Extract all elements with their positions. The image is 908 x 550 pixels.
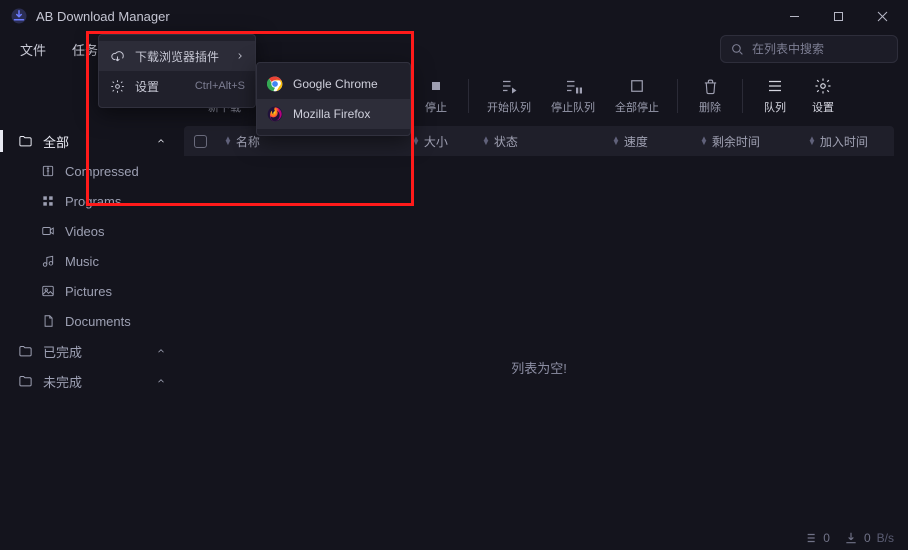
- sort-icon: ▲▼: [412, 137, 420, 145]
- minimize-button[interactable]: [772, 0, 816, 32]
- sidebar-item-pictures[interactable]: Pictures: [28, 276, 178, 306]
- sidebar-item-label: 已完成: [43, 342, 82, 361]
- col-checkbox[interactable]: [184, 126, 216, 156]
- gear-icon: [109, 78, 125, 94]
- close-button[interactable]: [860, 0, 904, 32]
- col-added[interactable]: ▲▼加入时间: [800, 126, 894, 156]
- toolbar-separator: [677, 79, 678, 113]
- search-box[interactable]: [720, 35, 898, 63]
- submenu-item-label: Google Chrome: [293, 77, 378, 91]
- folder-icon: [18, 374, 33, 389]
- sidebar-item-label: Videos: [65, 224, 105, 239]
- sidebar-item-label: Music: [65, 254, 99, 269]
- content-area: ▲▼名称 ▲▼大小 ▲▼状态 ▲▼速度 ▲▼剩余时间 ▲▼加入时间 列表为空!: [184, 126, 908, 550]
- sidebar-item-programs[interactable]: Programs: [28, 186, 178, 216]
- music-icon: [40, 254, 55, 269]
- grid-icon: [40, 194, 55, 209]
- sidebar-item-label: Documents: [65, 314, 131, 329]
- stop-all-icon: [628, 77, 646, 95]
- sidebar-item-label: Compressed: [65, 164, 139, 179]
- sidebar-item-label: 全部: [43, 132, 69, 151]
- col-eta[interactable]: ▲▼剩余时间: [692, 126, 800, 156]
- sort-icon: ▲▼: [224, 137, 232, 145]
- folder-icon: [18, 344, 33, 359]
- search-input[interactable]: [752, 42, 887, 56]
- tb-stop[interactable]: 停止: [414, 73, 458, 119]
- submenu-item-firefox[interactable]: Mozilla Firefox: [257, 99, 410, 129]
- submenu-item-label: Mozilla Firefox: [293, 107, 370, 121]
- maximize-button[interactable]: [816, 0, 860, 32]
- sidebar-item-finished[interactable]: 已完成: [6, 336, 178, 366]
- col-size[interactable]: ▲▼大小: [404, 126, 474, 156]
- sidebar-item-label: Pictures: [65, 284, 112, 299]
- tb-stop-queue[interactable]: 停止队列: [543, 73, 603, 119]
- list-icon: [803, 531, 817, 545]
- checkbox-icon[interactable]: [194, 135, 207, 148]
- download-icon: [844, 531, 858, 545]
- sidebar-item-music[interactable]: Music: [28, 246, 178, 276]
- chevron-right-icon: [235, 51, 245, 61]
- tb-settings[interactable]: 设置: [801, 73, 845, 119]
- chevron-up-icon: [156, 346, 166, 356]
- video-icon: [40, 224, 55, 239]
- sort-icon: ▲▼: [612, 137, 620, 145]
- empty-state: 列表为空!: [184, 156, 894, 550]
- firefox-icon: [267, 106, 283, 122]
- tb-queue[interactable]: 队列: [753, 73, 797, 119]
- toolbar-separator: [742, 79, 743, 113]
- tb-stop-all[interactable]: 全部停止: [607, 73, 667, 119]
- document-icon: [40, 314, 55, 329]
- sidebar-item-label: 未完成: [43, 372, 82, 391]
- sidebar-item-unfinished[interactable]: 未完成: [6, 366, 178, 396]
- tb-delete[interactable]: 删除: [688, 73, 732, 119]
- tb-start-queue[interactable]: 开始队列: [479, 73, 539, 119]
- sidebar-item-videos[interactable]: Videos: [28, 216, 178, 246]
- play-list-icon: [500, 77, 518, 95]
- toolbar-separator: [468, 79, 469, 113]
- sidebar-item-all[interactable]: 全部: [6, 126, 178, 156]
- trash-icon: [701, 77, 719, 95]
- title-bar: AB Download Manager: [0, 0, 908, 32]
- sidebar: 全部 Compressed Programs Videos Music Pict…: [0, 126, 184, 550]
- app-title: AB Download Manager: [36, 9, 170, 24]
- sidebar-item-documents[interactable]: Documents: [28, 306, 178, 336]
- sort-icon: ▲▼: [808, 137, 816, 145]
- archive-icon: [40, 164, 55, 179]
- download-cloud-icon: [109, 48, 125, 64]
- empty-text: 列表为空!: [511, 358, 567, 377]
- pause-list-icon: [564, 77, 582, 95]
- status-active-count: 0: [803, 531, 830, 545]
- menu-file[interactable]: 文件: [10, 34, 56, 65]
- chrome-icon: [267, 76, 283, 92]
- queue-icon: [766, 77, 784, 95]
- col-state[interactable]: ▲▼状态: [474, 126, 604, 156]
- search-icon: [731, 43, 744, 56]
- image-icon: [40, 284, 55, 299]
- shortcut-hint: Ctrl+Alt+S: [195, 80, 245, 92]
- browser-submenu-popup: Google Chrome Mozilla Firefox: [256, 62, 411, 136]
- sidebar-item-label: Programs: [65, 194, 121, 209]
- folder-icon: [18, 134, 33, 149]
- sidebar-item-compressed[interactable]: Compressed: [28, 156, 178, 186]
- chevron-up-icon: [156, 376, 166, 386]
- col-speed[interactable]: ▲▼速度: [604, 126, 692, 156]
- gear-icon: [814, 77, 832, 95]
- submenu-item-chrome[interactable]: Google Chrome: [257, 69, 410, 99]
- menu-item-browser-ext[interactable]: 下载浏览器插件: [99, 41, 255, 71]
- status-speed: 0 B/s: [844, 531, 894, 545]
- menu-item-settings[interactable]: 设置 Ctrl+Alt+S: [99, 71, 255, 101]
- sort-icon: ▲▼: [700, 137, 708, 145]
- sort-icon: ▲▼: [482, 137, 490, 145]
- app-logo: [10, 7, 28, 25]
- status-bar: 0 0 B/s: [0, 526, 908, 550]
- tools-menu-popup: 下载浏览器插件 设置 Ctrl+Alt+S: [98, 34, 256, 108]
- chevron-up-icon: [156, 136, 166, 146]
- stop-icon: [427, 77, 445, 95]
